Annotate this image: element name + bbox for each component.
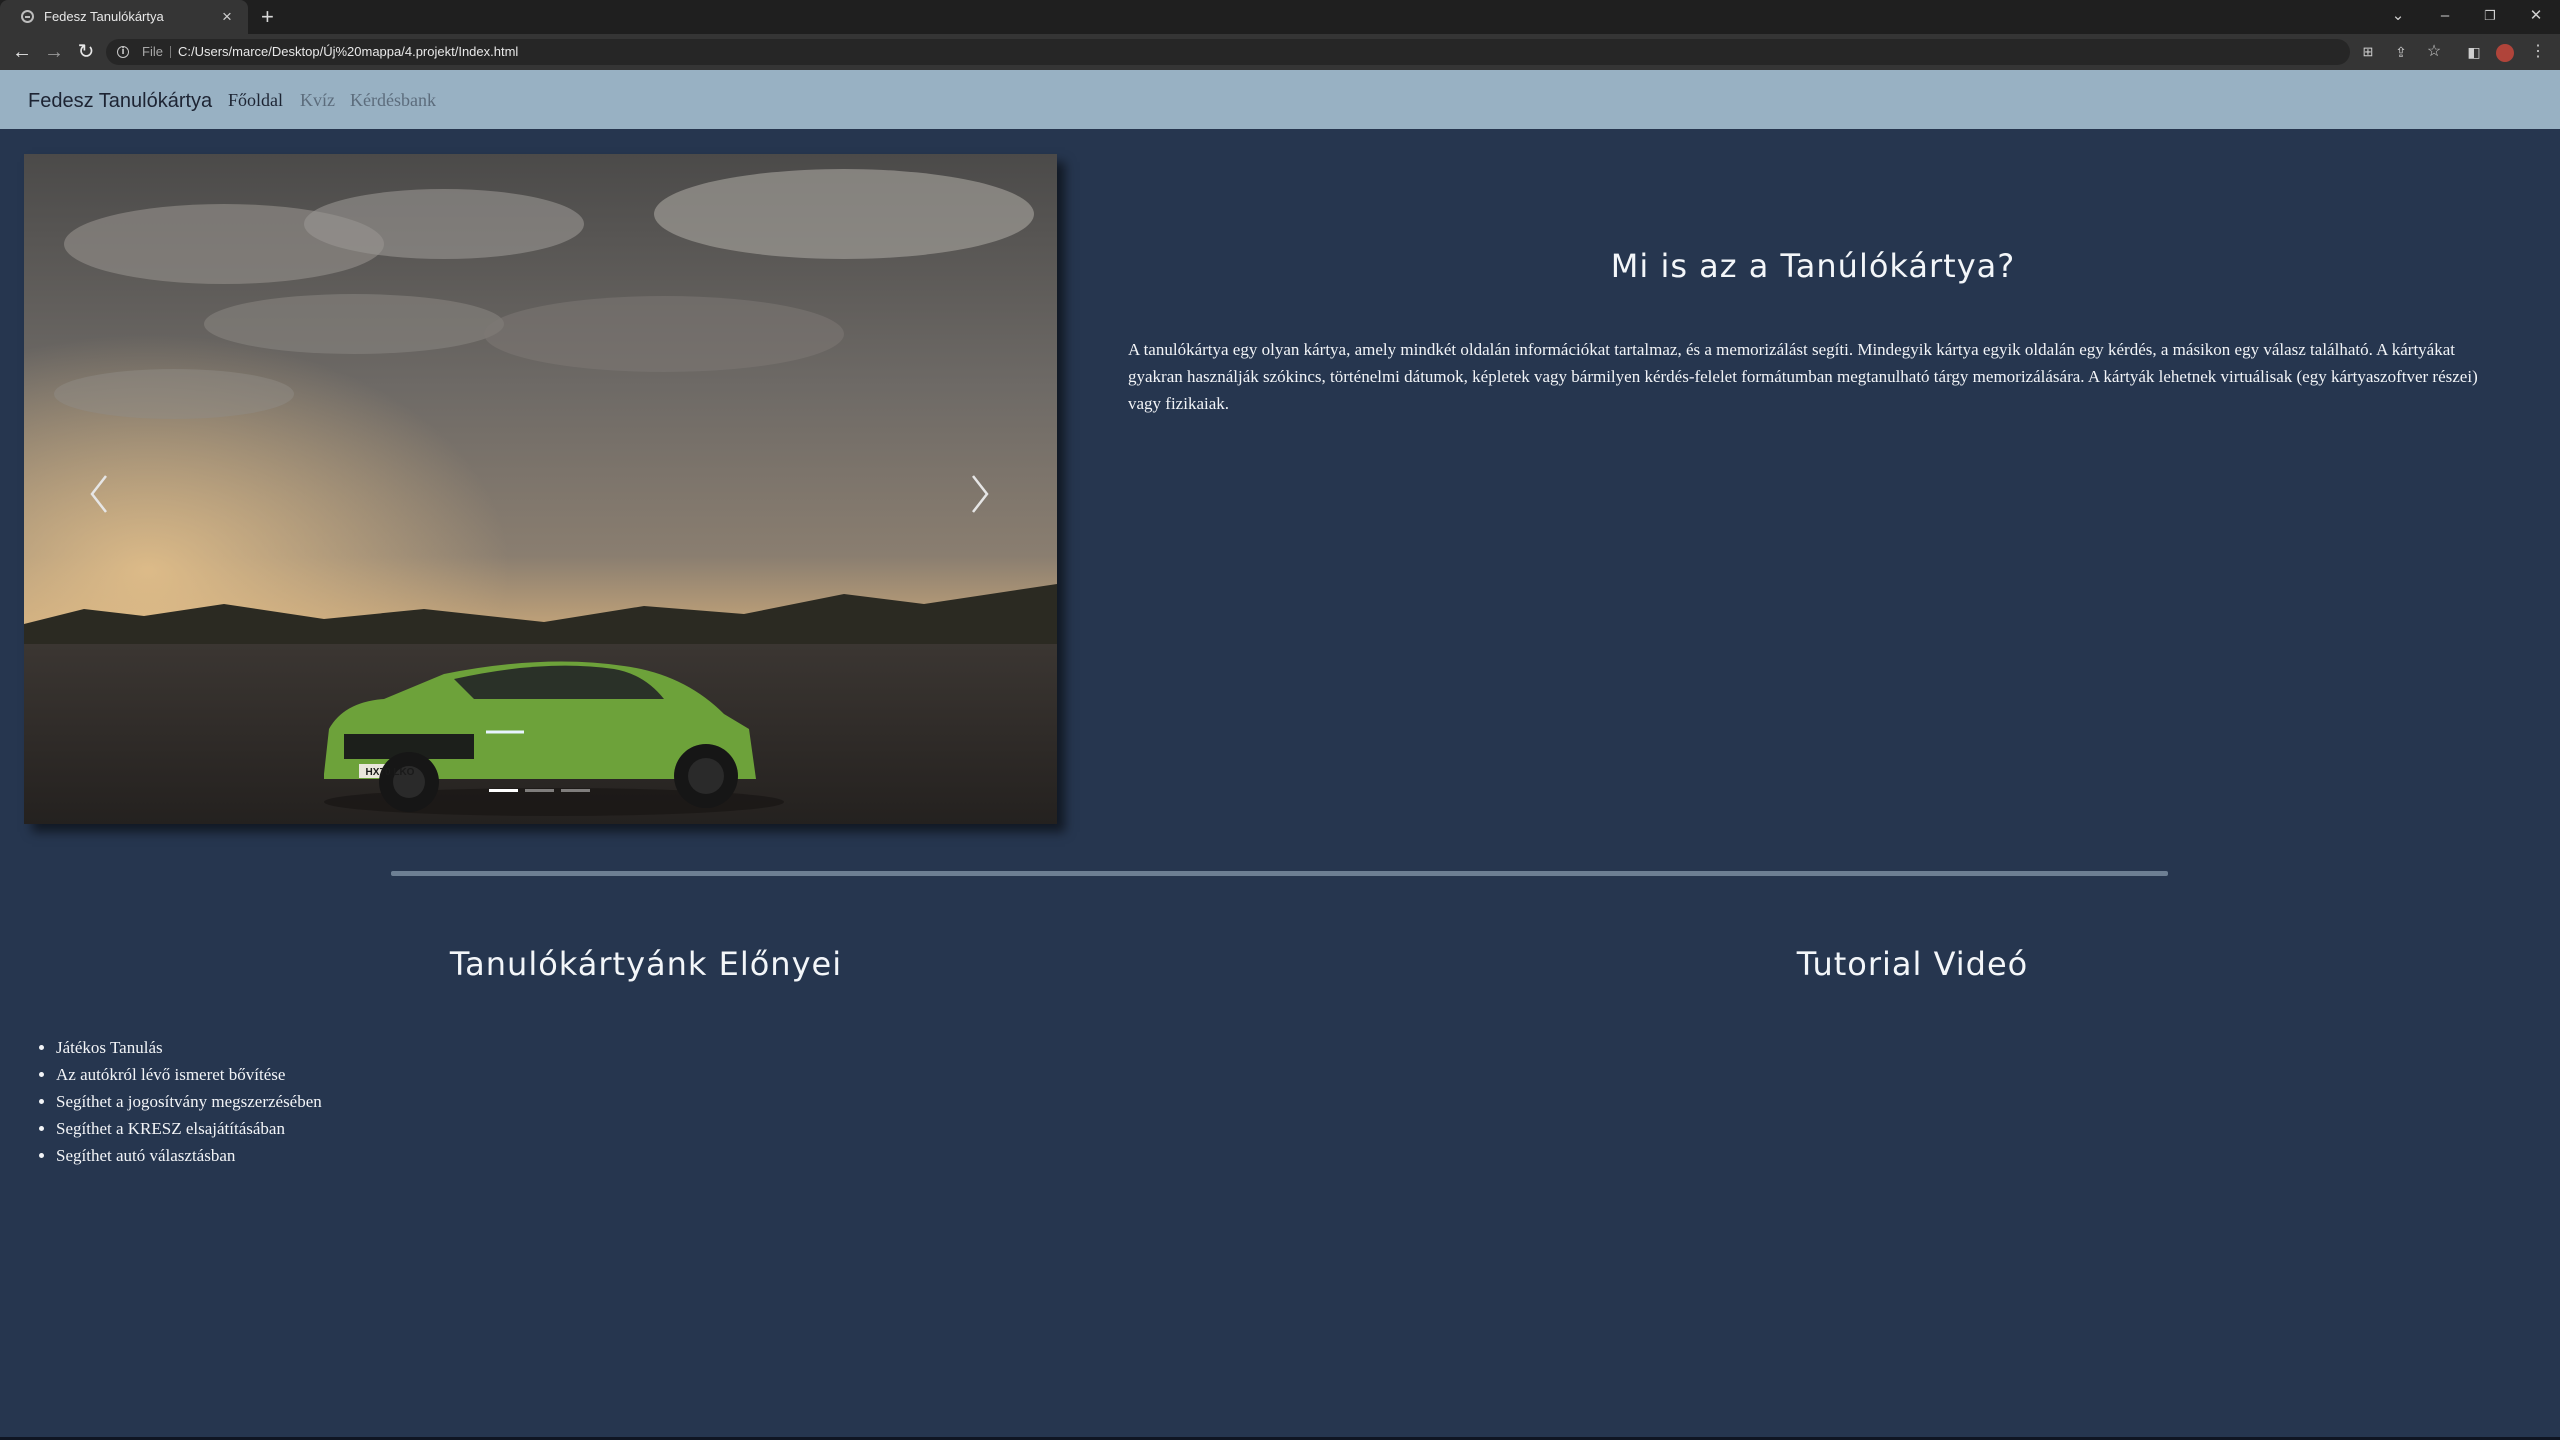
translate-icon[interactable]: ⊞ [2355, 34, 2381, 70]
reload-icon[interactable]: ↻ [72, 34, 100, 70]
tab-title: Fedesz Tanulókártya [44, 9, 164, 24]
site-navbar: Fedesz Tanulókártya Főoldal Kvíz Kérdésb… [0, 70, 2560, 129]
video-heading: Tutorial Videó [1796, 945, 2029, 983]
nav-link-home[interactable]: Főoldal [228, 70, 283, 130]
benefits-list: Játékos Tanulás Az autókról lévő ismeret… [24, 1034, 322, 1169]
browser-toolbar: ← → ↻ i File C:/Users/marce/Desktop/Új%2… [0, 34, 2560, 70]
carousel-next-icon[interactable] [949, 454, 1009, 534]
menu-icon[interactable]: ⋮ [2525, 34, 2551, 70]
tab-search-icon[interactable]: ⌄ [2383, 0, 2413, 34]
navbar-brand[interactable]: Fedesz Tanulókártya [28, 70, 212, 132]
minimize-icon[interactable]: – [2430, 0, 2460, 34]
address-bar[interactable]: i File C:/Users/marce/Desktop/Új%20mappa… [106, 39, 2350, 65]
nav-link-quiz[interactable]: Kvíz [300, 70, 335, 130]
license-plate-text: HX70 LKO [366, 767, 415, 778]
back-icon[interactable]: ← [8, 34, 36, 70]
list-item: Játékos Tanulás [56, 1034, 322, 1061]
list-item: Az autókról lévő ismeret bővítése [56, 1061, 322, 1088]
tab-close-icon[interactable]: × [222, 0, 232, 34]
share-icon[interactable]: ⇪ [2388, 34, 2414, 70]
new-tab-button[interactable]: + [261, 0, 274, 34]
carousel-prev-icon[interactable] [70, 454, 130, 534]
intro-paragraph: A tanulókártya egy olyan kártya, amely m… [1128, 340, 2478, 413]
carousel-slide-image: HX70 LKO [24, 154, 1057, 824]
nav-link-question-bank[interactable]: Kérdésbank [350, 70, 436, 130]
browser-tab[interactable]: Fedesz Tanulókártya × [0, 0, 248, 34]
close-window-icon[interactable]: ✕ [2521, 0, 2551, 34]
url-text[interactable]: C:/Users/marce/Desktop/Új%20mappa/4.proj… [178, 39, 518, 65]
info-icon[interactable]: i [117, 46, 129, 58]
image-carousel: HX70 LKO [24, 154, 1057, 824]
restore-icon[interactable]: ❐ [2475, 0, 2505, 34]
forward-icon[interactable]: → [40, 34, 68, 70]
carousel-indicator[interactable] [525, 789, 554, 792]
side-panel-icon[interactable]: ◧ [2461, 34, 2487, 70]
globe-icon [21, 10, 34, 23]
list-item: Segíthet autó választásban [56, 1142, 322, 1169]
address-separator [170, 46, 171, 58]
section-divider [391, 871, 2168, 876]
carousel-indicator[interactable] [561, 789, 590, 792]
address-prefix: File [142, 44, 163, 59]
profile-avatar[interactable] [2496, 44, 2514, 62]
list-item: Segíthet a jogosítvány megszerzésében [56, 1088, 322, 1115]
browser-tab-bar: Fedesz Tanulókártya × + ⌄ – ❐ ✕ [0, 0, 2560, 34]
list-item: Segíthet a KRESZ elsajátításában [56, 1115, 322, 1142]
intro-heading: Mi is az a Tanúlókártya? [1610, 247, 2016, 285]
carousel-indicator[interactable] [489, 789, 518, 792]
bookmark-star-icon[interactable]: ☆ [2421, 34, 2447, 70]
benefits-heading: Tanulókártyánk Előnyei [449, 945, 843, 983]
